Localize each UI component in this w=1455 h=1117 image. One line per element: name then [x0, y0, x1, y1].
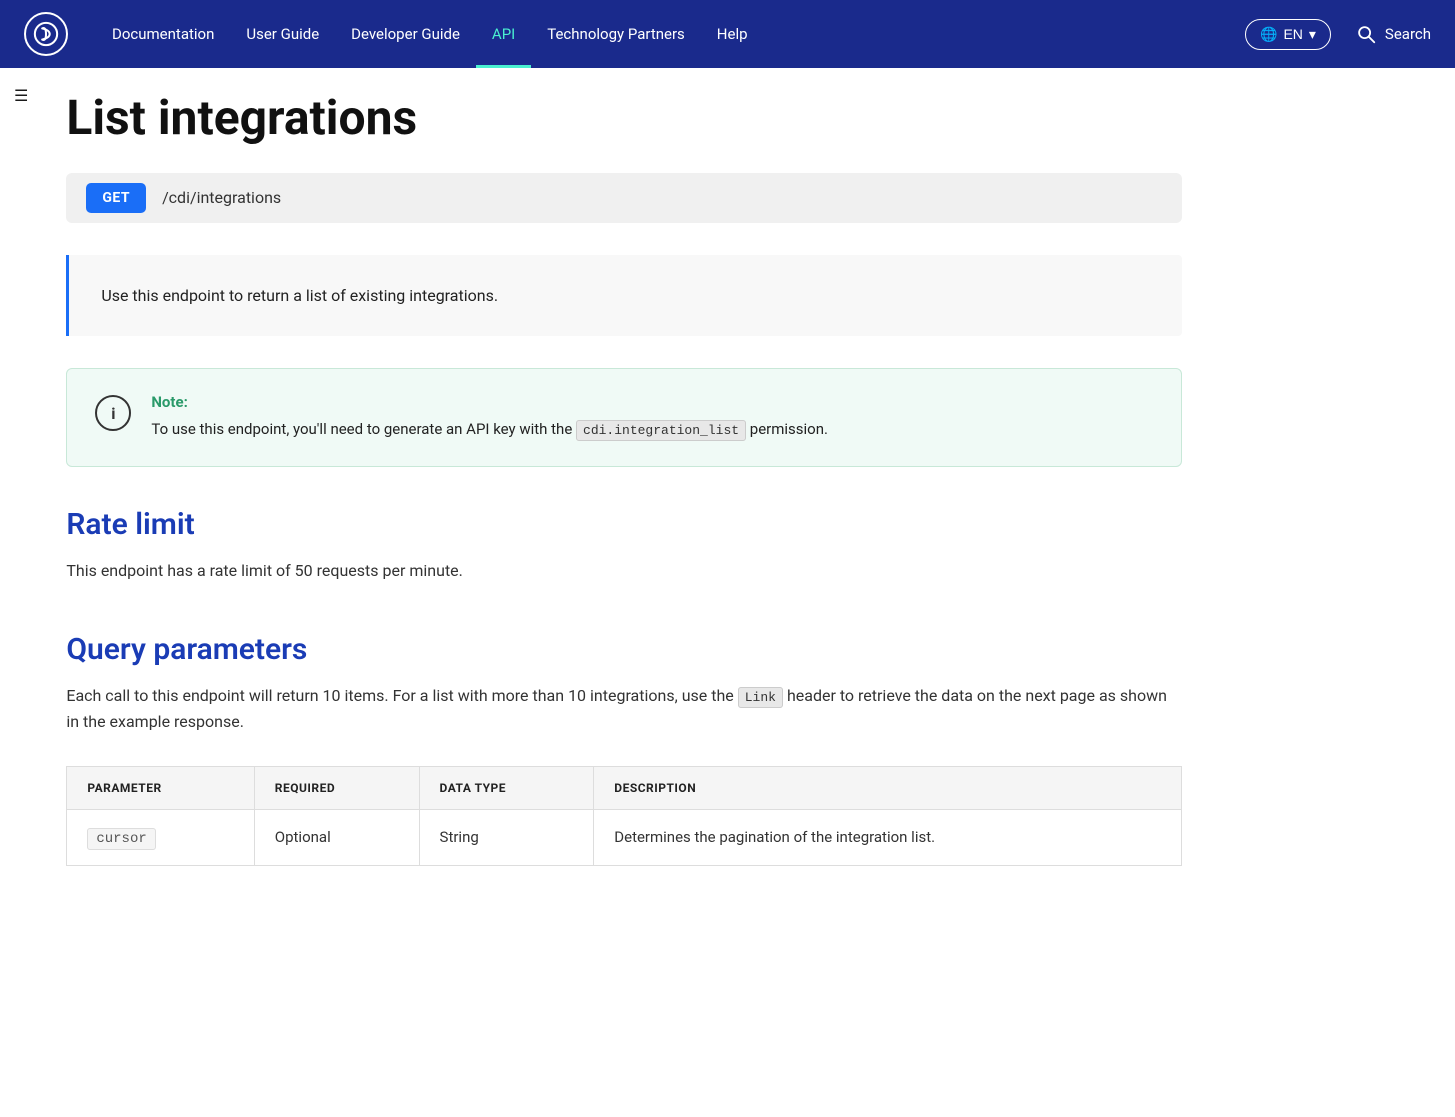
param-type-cell: String [419, 810, 594, 866]
note-content: Note: To use this endpoint, you'll need … [151, 393, 828, 442]
query-params-desc: Each call to this endpoint will return 1… [66, 683, 1182, 734]
params-table-header: PARAMETER REQUIRED DATA TYPE DESCRIPTION [67, 767, 1182, 810]
chevron-down-icon: ▾ [1309, 26, 1316, 43]
search-trigger[interactable]: Search [1355, 23, 1431, 45]
note-label: Note: [151, 393, 828, 411]
query-params-section: Query parameters Each call to this endpo… [66, 632, 1182, 866]
description-block: Use this endpoint to return a list of ex… [66, 255, 1182, 337]
lang-label: EN [1283, 26, 1302, 42]
rate-limit-section: Rate limit This endpoint has a rate limi… [66, 507, 1182, 584]
table-row: cursor Optional String Determines the pa… [67, 810, 1182, 866]
navbar: Documentation User Guide Developer Guide… [0, 0, 1455, 68]
note-box: i Note: To use this endpoint, you'll nee… [66, 368, 1182, 467]
nav-api[interactable]: API [476, 0, 531, 68]
param-name: cursor [87, 828, 155, 850]
endpoint-path: /cdi/integrations [162, 188, 281, 207]
search-label: Search [1385, 25, 1431, 43]
params-table-body: cursor Optional String Determines the pa… [67, 810, 1182, 866]
note-code: cdi.integration_list [576, 420, 746, 441]
col-data-type: DATA TYPE [419, 767, 594, 810]
sidebar-toggle-button[interactable]: ☰ [0, 68, 42, 974]
nav-developer-guide[interactable]: Developer Guide [335, 0, 476, 68]
brand-logo[interactable] [24, 12, 68, 56]
nav-documentation[interactable]: Documentation [96, 0, 230, 68]
query-params-code: Link [738, 687, 783, 708]
query-params-heading: Query parameters [66, 632, 1182, 667]
col-description: DESCRIPTION [594, 767, 1182, 810]
nav-technology-partners[interactable]: Technology Partners [531, 0, 701, 68]
hamburger-icon: ☰ [14, 86, 28, 105]
info-icon: i [95, 395, 131, 431]
nav-help[interactable]: Help [701, 0, 764, 68]
col-parameter: PARAMETER [67, 767, 254, 810]
endpoint-bar: GET /cdi/integrations [66, 173, 1182, 223]
content-area: ☰ List integrations GET /cdi/integration… [0, 68, 1455, 974]
language-selector[interactable]: 🌐 EN ▾ [1245, 19, 1331, 50]
param-name-cell: cursor [67, 810, 254, 866]
nav-user-guide[interactable]: User Guide [230, 0, 335, 68]
logo-icon [33, 21, 59, 47]
note-text: To use this endpoint, you'll need to gen… [151, 417, 828, 442]
http-method-badge: GET [86, 183, 146, 213]
note-text-before: To use this endpoint, you'll need to gen… [151, 420, 572, 438]
nav-links: Documentation User Guide Developer Guide… [96, 0, 1237, 68]
params-table: PARAMETER REQUIRED DATA TYPE DESCRIPTION… [66, 766, 1182, 866]
col-required: REQUIRED [254, 767, 419, 810]
page-title: List integrations [66, 92, 1182, 145]
param-required-cell: Optional [254, 810, 419, 866]
globe-icon: 🌐 [1260, 26, 1277, 43]
rate-limit-desc: This endpoint has a rate limit of 50 req… [66, 558, 1182, 584]
main-content: List integrations GET /cdi/integrations … [42, 68, 1242, 974]
param-desc-cell: Determines the pagination of the integra… [594, 810, 1182, 866]
query-params-desc-before: Each call to this endpoint will return 1… [66, 686, 733, 705]
description-text: Use this endpoint to return a list of ex… [101, 283, 1150, 309]
search-icon [1355, 23, 1377, 45]
rate-limit-heading: Rate limit [66, 507, 1182, 542]
note-text-after: permission. [750, 420, 828, 438]
